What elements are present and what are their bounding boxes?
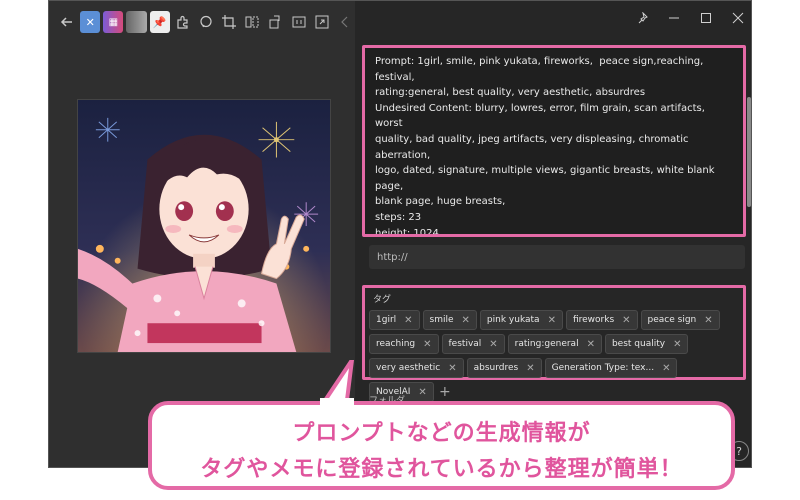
tags-section: タグ 1girl ✕ smile ✕ pink yukata ✕ fireworks ✕ pea… (362, 285, 746, 402)
tag-remove-icon[interactable]: ✕ (526, 363, 534, 374)
expand-icon[interactable] (312, 11, 332, 33)
tag-label: festival (448, 339, 482, 349)
prompt-line: Undesired Content: blurry, lowres, error… (375, 102, 709, 130)
tag-chip[interactable]: fireworks ✕ (565, 310, 638, 330)
tag-remove-icon[interactable]: ✕ (404, 315, 412, 326)
maximize-icon[interactable] (697, 9, 715, 27)
app-badge-gradient-icon[interactable] (126, 11, 147, 33)
tag-label: Generation Type: tex... (551, 363, 655, 373)
prompt-memo-textarea[interactable]: Prompt: 1girl, smile, pink yukata, firew… (362, 45, 746, 237)
app-badge-x-icon[interactable]: ✕ (80, 11, 101, 33)
tag-remove-icon[interactable]: ✕ (662, 363, 670, 374)
tag-chip[interactable]: pink yukata ✕ (479, 310, 563, 330)
tag-remove-icon[interactable]: ✕ (548, 315, 556, 326)
callout-banner: プロンプトなどの生成情報が タグやメモに登録されているから整理が簡単！ (148, 401, 735, 490)
collapse-chevron-icon[interactable] (335, 11, 355, 33)
tag-label: fireworks (572, 315, 615, 325)
tag-label: peace sign (647, 315, 697, 325)
tag-chip[interactable]: best quality ✕ (604, 334, 689, 354)
tag-label: absurdres (473, 363, 519, 373)
close-icon[interactable] (729, 9, 747, 27)
callout-line-2: タグやメモに登録されているから整理が簡単！ (200, 457, 683, 482)
prompt-line: blank page, huge breasts, (375, 196, 506, 208)
tag-chip[interactable]: festival ✕ (441, 334, 505, 354)
flip-icon[interactable] (242, 11, 262, 33)
pin-badge-icon[interactable]: 📌 (149, 11, 170, 33)
tag-list: 1girl ✕ smile ✕ pink yukata ✕ fireworks ✕ peace … (369, 310, 741, 402)
tag-remove-icon[interactable]: ✕ (423, 339, 431, 350)
tag-chip[interactable]: peace sign ✕ (640, 310, 720, 330)
tag-remove-icon[interactable]: ✕ (448, 363, 456, 374)
generated-image (77, 99, 331, 353)
metadata-pane: Prompt: 1girl, smile, pink yukata, firew… (355, 1, 751, 467)
compare-icon[interactable] (289, 11, 309, 33)
prompt-scrollbar[interactable] (747, 97, 751, 207)
tag-label: very aesthetic (376, 363, 441, 373)
tag-remove-icon[interactable]: ✕ (462, 315, 470, 326)
app-window: ✕ ▦ 📌 Prompt: 1girl, smile, pink yukata,… (48, 0, 752, 468)
tag-label: rating:general (514, 339, 579, 349)
tag-chip[interactable]: reaching ✕ (369, 334, 439, 354)
tag-label: pink yukata (486, 315, 540, 325)
add-tag-icon[interactable]: + (437, 382, 453, 402)
crop-icon[interactable] (219, 11, 239, 33)
tag-chip[interactable]: rating:general ✕ (507, 334, 602, 354)
url-input[interactable] (369, 245, 745, 269)
tag-chip[interactable]: Generation Type: tex... ✕ (544, 358, 678, 378)
app-badge-grid-icon[interactable]: ▦ (103, 11, 124, 33)
window-controls (633, 9, 747, 27)
tag-label: 1girl (376, 315, 397, 325)
comment-icon[interactable] (196, 11, 216, 33)
prompt-line: height: 1024 (375, 227, 439, 237)
prompt-line: logo, dated, signature, multiple views, … (375, 165, 718, 192)
pin-icon[interactable] (633, 9, 651, 27)
prompt-line: Prompt: 1girl, smile, pink yukata, firew… (375, 56, 710, 83)
viewer-toolbar: ✕ ▦ 📌 (49, 1, 355, 43)
tag-remove-icon[interactable]: ✕ (587, 339, 595, 350)
prompt-line: quality, bad quality, jpeg artifacts, ve… (375, 133, 692, 161)
puzzle-icon[interactable] (173, 11, 193, 33)
tag-remove-icon[interactable]: ✕ (622, 315, 630, 326)
tag-label: smile (429, 315, 454, 325)
callout-line-1: プロンプトなどの生成情報が (292, 421, 591, 446)
tag-chip[interactable]: absurdres ✕ (466, 358, 542, 378)
tag-remove-icon[interactable]: ✕ (673, 339, 681, 350)
back-arrow-icon[interactable] (57, 11, 77, 33)
tag-remove-icon[interactable]: ✕ (704, 315, 712, 326)
tag-chip[interactable]: very aesthetic ✕ (369, 358, 464, 378)
callout-tail-joint (320, 398, 354, 410)
rotate-icon[interactable] (265, 11, 285, 33)
tag-chip[interactable]: smile ✕ (422, 310, 477, 330)
tags-label: タグ (373, 295, 392, 305)
prompt-line: steps: 23 (375, 211, 422, 223)
minimize-icon[interactable] (665, 9, 683, 27)
tag-label: best quality (611, 339, 666, 349)
anime-girl-illustration (78, 100, 330, 352)
prompt-line: rating:general, best quality, very aesth… (375, 87, 646, 99)
tag-chip[interactable]: 1girl ✕ (369, 310, 420, 330)
tag-remove-icon[interactable]: ✕ (418, 387, 426, 398)
tag-remove-icon[interactable]: ✕ (489, 339, 497, 350)
tag-label: reaching (376, 339, 416, 349)
